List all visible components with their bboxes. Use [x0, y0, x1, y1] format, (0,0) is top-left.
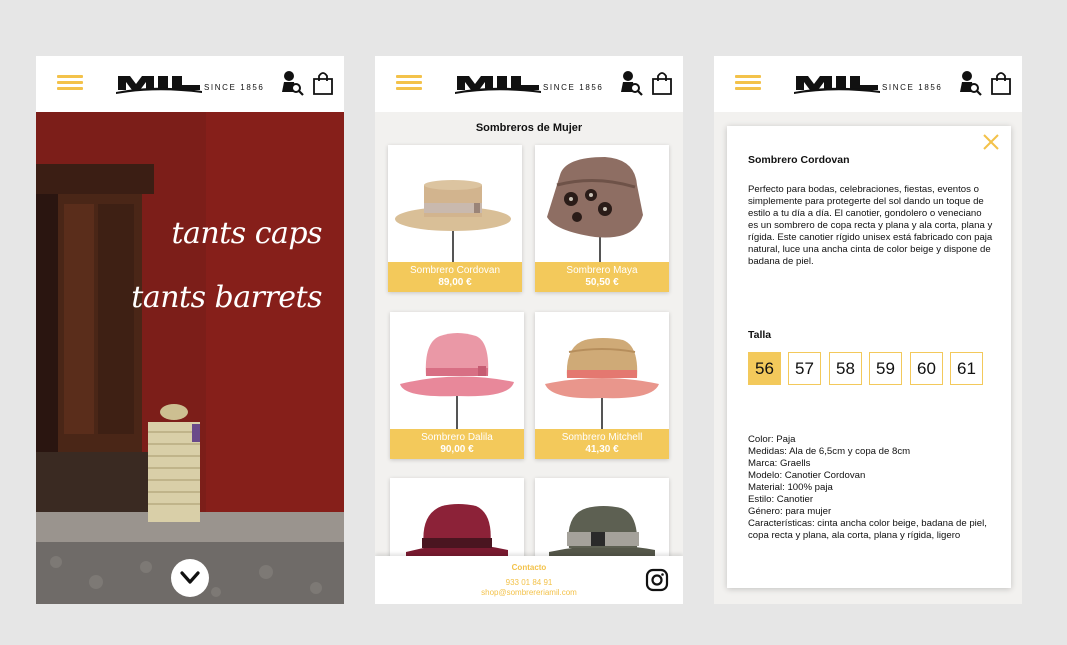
- user-search-icon[interactable]: [279, 70, 305, 96]
- since-label: SINCE 1856: [204, 83, 265, 92]
- product-image: [406, 504, 508, 558]
- product-name: Sombrero Cordovan: [409, 265, 501, 276]
- since-label: SINCE 1856: [882, 83, 943, 92]
- hero-tagline-1: tants caps: [171, 216, 322, 251]
- shopping-bag-icon[interactable]: [651, 70, 673, 96]
- product-card[interactable]: Sombrero Dalila 90,00 €: [390, 312, 524, 459]
- product-image: [547, 157, 643, 263]
- contact-footer: Contacto 933 01 84 91 shop@sombrereriami…: [375, 556, 683, 604]
- product-price: 41,30 €: [585, 444, 619, 455]
- product-image: [549, 506, 655, 558]
- footer-phone[interactable]: 933 01 84 91: [375, 578, 683, 587]
- size-option[interactable]: 58: [829, 352, 862, 385]
- spec-line: Modelo: Canotier Cordovan: [748, 470, 866, 481]
- product-description: Perfecto para bodas, celebraciones, fies…: [748, 184, 993, 267]
- size-option[interactable]: 57: [788, 352, 821, 385]
- size-selector: 56 57 58 59 60 61: [748, 352, 1008, 385]
- top-bar: SINCE 1856: [714, 56, 1022, 112]
- top-bar: SINCE 1856: [375, 56, 683, 112]
- hero-banner: tants caps tants barrets: [36, 112, 344, 604]
- size-option[interactable]: 60: [910, 352, 943, 385]
- catalog-screen: SINCE 1856 Sombreros de Mujer Sombrero C…: [375, 56, 683, 604]
- spec-line: Características: cinta ancha color beige…: [748, 518, 987, 541]
- hamburger-menu-icon[interactable]: [735, 74, 761, 92]
- hero-photo: [36, 112, 344, 604]
- since-label: SINCE 1856: [543, 83, 604, 92]
- hero-tagline-2: tants barrets: [131, 280, 322, 315]
- scroll-down-button[interactable]: [171, 559, 209, 597]
- product-card[interactable]: Sombrero Maya 50,50 €: [535, 145, 669, 292]
- home-screen: SINCE 1856 tants caps tants barrets: [36, 56, 344, 604]
- product-name: Sombrero Dalila: [421, 432, 493, 443]
- product-card[interactable]: Sombrero Cordovan 89,00 €: [388, 145, 522, 292]
- product-title: Sombrero Cordovan: [748, 154, 850, 166]
- close-icon[interactable]: [983, 134, 999, 150]
- spec-line: Medidas: Ala de 6,5cm y copa de 8cm: [748, 446, 911, 457]
- product-price: 89,00 €: [438, 277, 472, 288]
- spec-line: Color: Paja: [748, 434, 796, 445]
- size-option[interactable]: 59: [869, 352, 902, 385]
- size-option[interactable]: 56: [748, 352, 781, 385]
- category-title: Sombreros de Mujer: [475, 122, 583, 134]
- shopping-bag-icon[interactable]: [990, 70, 1012, 96]
- product-detail-screen: SINCE 1856 Sombrero Cordovan Perfecto pa…: [714, 56, 1022, 604]
- shopping-bag-icon[interactable]: [312, 70, 334, 96]
- user-search-icon[interactable]: [957, 70, 983, 96]
- product-card[interactable]: Sombrero Mitchell 41,30 €: [535, 312, 669, 459]
- instagram-icon[interactable]: [645, 568, 669, 592]
- spec-line: Material: 100% paja: [748, 482, 833, 493]
- size-option[interactable]: 61: [950, 352, 983, 385]
- footer-email[interactable]: shop@sombrereriamil.com: [375, 588, 683, 597]
- product-image: [545, 338, 659, 430]
- product-image: [395, 180, 511, 263]
- spec-line: Marca: Graells: [748, 458, 811, 469]
- hamburger-menu-icon[interactable]: [396, 74, 422, 92]
- product-detail-panel: Sombrero Cordovan Perfecto para bodas, c…: [727, 126, 1011, 588]
- size-label: Talla: [748, 329, 772, 341]
- product-name: Sombrero Maya: [566, 265, 638, 276]
- product-specs: Color: Paja Medidas: Ala de 6,5cm y copa…: [748, 434, 993, 542]
- user-search-icon[interactable]: [618, 70, 644, 96]
- hamburger-menu-icon[interactable]: [57, 74, 83, 92]
- spec-line: Género: para mujer: [748, 506, 832, 517]
- product-price: 90,00 €: [440, 444, 474, 455]
- product-price: 50,50 €: [585, 277, 619, 288]
- footer-title: Contacto: [511, 563, 547, 572]
- product-image: [400, 333, 514, 430]
- spec-line: Estilo: Canotier: [748, 494, 814, 505]
- chevron-down-icon: [180, 571, 200, 584]
- top-bar: SINCE 1856: [36, 56, 344, 112]
- product-name: Sombrero Mitchell: [561, 432, 643, 443]
